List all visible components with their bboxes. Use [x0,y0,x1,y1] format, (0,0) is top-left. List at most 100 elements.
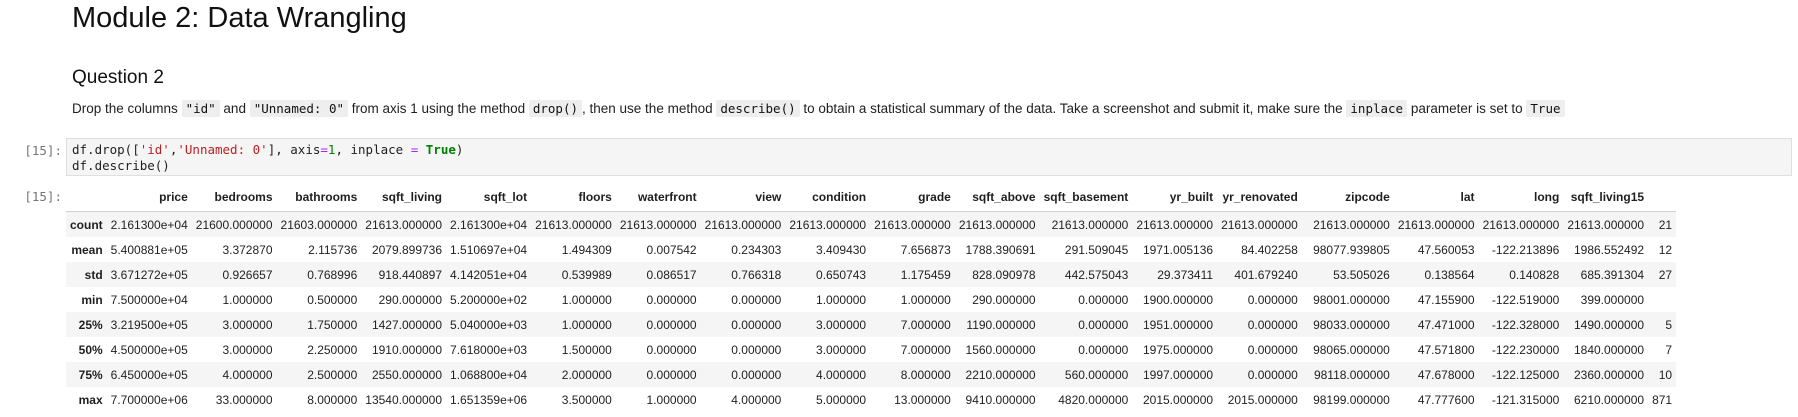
table-cell: 2550.000000 [371,367,443,382]
code-string: 'id' [139,142,170,157]
inline-code: inplace [1346,100,1408,117]
table-cell: 47.777600 [1417,392,1475,407]
table-cell: 21613.000000 [1221,217,1298,232]
table-cell: 4.000000 [222,367,273,382]
column-header: yr_renovated [1217,183,1302,212]
table-cell: 0.650743 [816,267,867,282]
table-cell: 98118.000000 [1313,367,1390,382]
table-cell: 7.500000e+04 [110,292,188,307]
row-label: min [81,292,103,307]
code-editor[interactable]: df.drop(['id','Unnamed: 0'], axis=1, inp… [66,138,1792,176]
table-cell: 21613.000000 [1051,217,1129,232]
table-cell: 47.571800 [1417,342,1475,357]
table-cell: 53.505026 [1333,267,1390,282]
input-prompt: [15]: [24,143,62,158]
table-cell: 7.618000e+03 [450,342,528,357]
table-cell: 98077.939805 [1313,242,1390,257]
table-cell: 1900.000000 [1142,292,1214,307]
table-cell: 7 [1665,342,1673,357]
table-cell: 1910.000000 [371,342,443,357]
table-cell: 2.250000 [307,342,358,357]
table-cell: 0.140828 [1509,267,1560,282]
table-cell: 4.142051e+04 [450,267,528,282]
table-cell: -122.213896 [1491,242,1560,257]
table-cell: 1986.552492 [1573,242,1645,257]
inline-code: drop() [528,100,583,117]
table-cell: 47.678000 [1417,367,1475,382]
table-cell: 8.000000 [307,392,358,407]
notebook: Module 2: Data Wrangling Question 2 Drop… [0,0,1798,417]
table-cell: 0.000000 [1078,317,1129,332]
table-cell: 12 [1658,242,1673,257]
table-cell: 5.040000e+03 [450,317,528,332]
table-cell: 3.000000 [816,317,867,332]
table-cell: 828.090978 [972,267,1036,282]
table-row: 25% 3.219500e+05 3.000000 1.750000 1427.0000… [66,312,1677,337]
table-cell: 1.000000 [561,317,612,332]
table-cell: 0.000000 [646,342,697,357]
table-cell: -121.315000 [1491,392,1560,407]
table-cell: 2.000000 [561,367,612,382]
table-cell: 0.500000 [307,292,358,307]
table-cell [1648,287,1676,312]
table-cell: 1951.000000 [1142,317,1214,332]
row-label: mean [71,242,103,257]
table-row: 50% 4.500000e+05 3.000000 2.250000 1910.0000… [66,337,1676,362]
table-cell: 0.768996 [307,267,358,282]
table-cell: 21600.000000 [195,217,273,232]
table-cell: 1840.000000 [1573,342,1645,357]
column-header: sqft_lot [446,183,532,212]
table-cell: 0.000000 [1247,342,1298,357]
table-cell: 291.509045 [1064,242,1129,257]
code-token: ) [455,142,464,157]
row-label: 50% [78,342,103,357]
column-header: floors [531,183,616,212]
table-cell: 4.000000 [816,367,867,382]
table-cell: 21613.000000 [365,217,443,232]
table-cell: 1971.005136 [1142,242,1214,257]
column-header: zipcode [1301,183,1394,212]
table-cell: 98033.000000 [1313,317,1390,332]
table-cell: 0.000000 [731,292,782,307]
desc-text: to obtain a statistical summary of the d… [799,101,1347,116]
table-cell: 1.000000 [561,292,612,307]
table-cell: 7.656873 [900,242,951,257]
table-cell: 5.000000 [816,392,867,407]
table-cell: 290.000000 [378,292,443,307]
table-cell: 399.000000 [1580,292,1645,307]
inline-code: True [1526,100,1565,117]
table-cell: 1.175459 [900,267,951,282]
column-header: view [700,183,786,212]
column-header: yr_built [1132,183,1218,212]
table-cell: 1.651359e+06 [450,392,528,407]
desc-text: Drop the columns [72,101,182,116]
table-cell: 3.671272e+05 [110,267,188,282]
column-header: long [1478,183,1564,212]
table-cell: 21613.000000 [789,217,867,232]
row-label: count [70,217,103,232]
row-label: 25% [78,317,103,332]
column-header: lat [1393,183,1479,212]
code-operator: = [320,142,328,157]
table-cell: 0.000000 [731,342,782,357]
column-header [1648,183,1677,212]
column-header: condition [785,183,871,212]
table-cell: 1997.000000 [1142,367,1214,382]
output-area: price bedrooms bathrooms sqft_living sqft_lo… [66,183,1798,417]
table-cell: 1788.390691 [965,242,1036,257]
table-cell: 0.000000 [646,292,697,307]
table-cell: 3.000000 [816,342,867,357]
table-cell: 1.000000 [646,392,697,407]
index-header [66,183,107,212]
describe-table: price bedrooms bathrooms sqft_living sqft_lo… [66,183,1677,412]
table-cell: 1.000000 [900,292,951,307]
table-cell: 1.750000 [307,317,358,332]
table-cell: 401.679240 [1234,267,1298,282]
table-row: mean 5.400881e+05 3.372870 2.115736 2079.899… [66,237,1676,262]
table-cell: 1.000000 [816,292,867,307]
desc-text: parameter is set to [1407,101,1527,116]
table-cell: 4.000000 [731,392,782,407]
table-cell: 2.161300e+04 [110,217,188,232]
row-label: 75% [78,367,103,382]
